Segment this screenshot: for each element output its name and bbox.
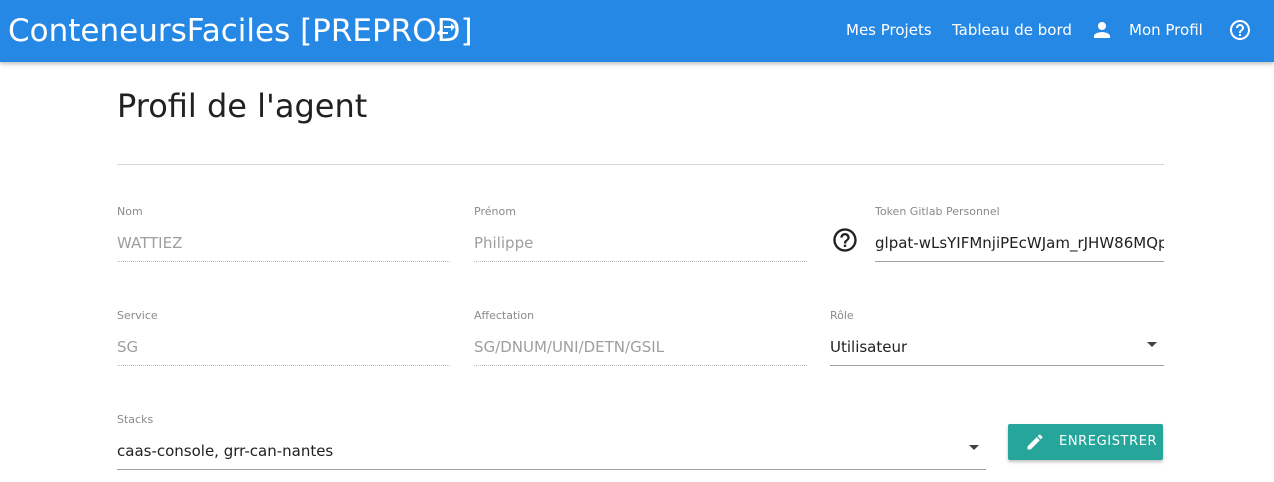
prenom-underline xyxy=(474,261,807,262)
service-field: Service SG xyxy=(117,309,450,366)
nom-value: WATTIEZ xyxy=(117,234,183,252)
nav-link-mes-projets[interactable]: Mes Projets xyxy=(846,20,932,40)
dropdown-arrow-icon[interactable] xyxy=(969,445,979,450)
token-gitlab-underline xyxy=(875,261,1164,262)
nav-link-mon-profil[interactable]: Mon Profil xyxy=(1129,20,1203,40)
nom-underline xyxy=(117,261,450,262)
help-circle-icon[interactable] xyxy=(1228,18,1252,42)
person-icon[interactable] xyxy=(1090,18,1114,42)
token-gitlab-input[interactable]: glpat-wLsYIFMnjiPEcWJam_rJHW86MQp1 xyxy=(875,233,1164,253)
service-label: Service xyxy=(117,309,158,322)
title-divider xyxy=(117,164,1164,165)
prenom-label: Prénom xyxy=(474,205,516,218)
stacks-select[interactable]: Stacks caas-console, grr-can-nantes xyxy=(117,413,986,470)
service-value: SG xyxy=(117,338,139,356)
nom-label: Nom xyxy=(117,205,143,218)
role-underline xyxy=(830,365,1164,366)
token-gitlab-field[interactable]: Token Gitlab Personnel glpat-wLsYIFMnjiP… xyxy=(875,205,1164,262)
stacks-selected-value[interactable]: caas-console, grr-can-nantes xyxy=(117,441,333,461)
save-button[interactable]: ENREGISTRER xyxy=(1008,424,1163,460)
affectation-value: SG/DNUM/UNI/DETN/GSIL xyxy=(474,338,665,356)
nom-field: Nom WATTIEZ xyxy=(117,205,450,262)
role-selected-value[interactable]: Utilisateur xyxy=(830,337,907,357)
role-label: Rôle xyxy=(830,309,854,322)
app-brand-title[interactable]: ConteneursFaciles [PREPROD] xyxy=(8,12,473,50)
nav-link-tableau-de-bord[interactable]: Tableau de bord xyxy=(952,20,1072,40)
token-gitlab-label: Token Gitlab Personnel xyxy=(875,205,1000,218)
affectation-field: Affectation SG/DNUM/UNI/DETN/GSIL xyxy=(474,309,807,366)
top-app-bar: ConteneursFaciles [PREPROD] Mes Projets … xyxy=(0,0,1274,62)
service-underline xyxy=(117,365,450,366)
stacks-underline xyxy=(117,469,986,470)
prenom-value: Philippe xyxy=(474,234,534,252)
affectation-label: Affectation xyxy=(474,309,535,322)
swap-horiz-icon[interactable] xyxy=(434,18,458,42)
prenom-field: Prénom Philippe xyxy=(474,205,807,262)
stacks-label: Stacks xyxy=(117,413,154,426)
dropdown-arrow-icon[interactable] xyxy=(1147,342,1157,347)
save-button-label: ENREGISTRER xyxy=(1059,434,1158,449)
pencil-icon xyxy=(1027,434,1043,450)
role-select[interactable]: Rôle Utilisateur xyxy=(830,309,1164,366)
affectation-underline xyxy=(474,365,807,366)
page-title: Profil de l'agent xyxy=(117,87,368,125)
help-circle-icon[interactable] xyxy=(831,226,859,254)
